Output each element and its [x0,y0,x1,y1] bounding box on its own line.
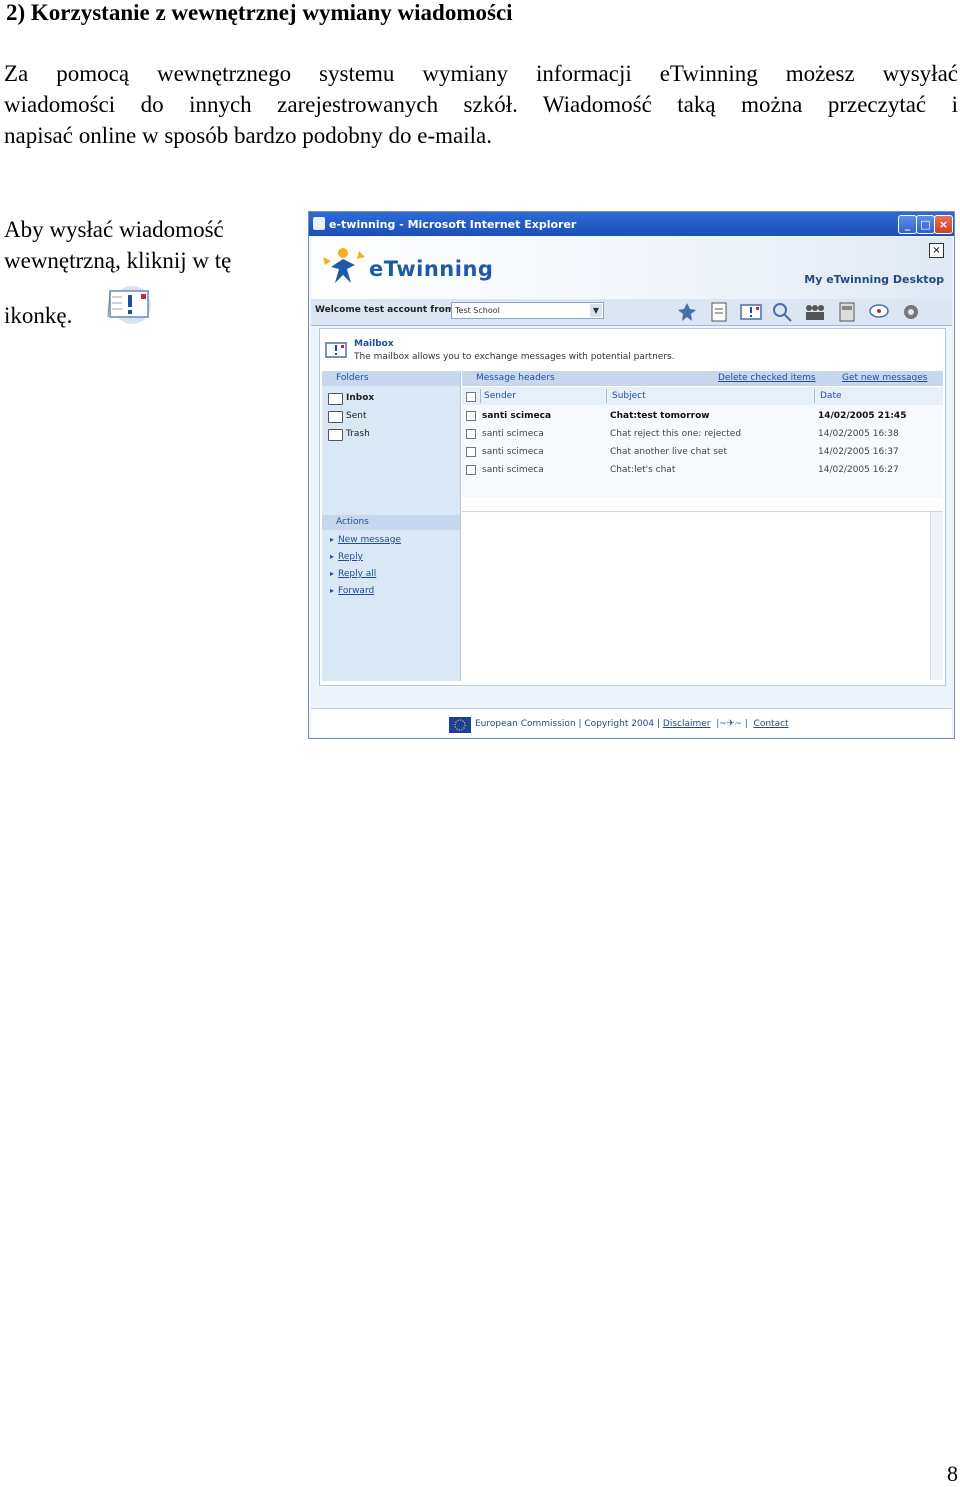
close-icon[interactable]: × [934,215,953,234]
message-columns: Sender Subject Date [462,387,943,405]
intro-paragraph: Za pomocą wewnętrznego systemu wymiany i… [4,58,958,151]
message-subject: Chat reject this one: rejected [610,429,742,439]
instruction-text: Aby wysłać wiadomość wewnętrzną, kliknij… [4,214,232,328]
message-date: 14/02/2005 16:38 [818,429,899,439]
welcome-bar: Welcome test account from Test School ▼ [311,299,952,326]
page-footer: European Commission | Copyright 2004 | D… [311,708,952,737]
message-list-area: Message headers Delete checked items Get… [462,371,943,681]
folder-icon [328,429,343,441]
message-sender: santi scimeca [482,429,544,439]
star-person-icon[interactable] [675,301,699,323]
mailbox-icon [325,342,347,358]
folder-icon [328,393,343,405]
row-checkbox[interactable] [466,465,476,475]
window-title: e-twinning - Microsoft Internet Explorer [329,218,577,231]
actions-header: Actions [322,515,460,530]
disclaimer-link[interactable]: Disclaimer [663,719,711,729]
folder-inbox[interactable]: Inbox [328,391,374,405]
reply-link[interactable]: Reply [330,552,363,562]
etwinning-small-logo-icon: |~✈~ | [713,719,751,729]
mailbox-panel: Mailbox The mailbox allows you to exchan… [319,328,946,686]
partner-search-icon[interactable] [771,301,795,323]
minimize-icon[interactable]: _ [898,215,917,234]
message-sender: santi scimeca [482,411,552,421]
section-heading: 2) Korzystanie z wewnętrznej wymiany wia… [6,0,513,25]
select-all-checkbox[interactable] [466,392,476,402]
instruction-line: Aby wysłać wiadomość [4,217,224,242]
mailbox-icon[interactable] [739,301,763,323]
gear-icon[interactable] [899,301,923,323]
mailbox-description: The mailbox allows you to exchange messa… [354,352,675,362]
mailbox-header: Mailbox The mailbox allows you to exchan… [324,337,924,367]
etwinning-banner: eTwinning × My eTwinning Desktop [311,237,952,299]
table-row[interactable]: santi scimeca Chat another live chat set… [462,443,943,461]
table-row[interactable]: santi scimeca Chat reject this one: reje… [462,425,943,443]
close-icon[interactable]: × [929,243,944,258]
forward-link[interactable]: Forward [330,586,374,596]
table-row[interactable]: santi scimeca Chat:let's chat 14/02/2005… [462,461,943,479]
folder-label: Sent [346,411,367,421]
welcome-label: Welcome test account from [315,305,455,315]
row-checkbox[interactable] [466,429,476,439]
maximize-icon[interactable]: □ [916,215,935,234]
etwinning-screenshot: e-twinning - Microsoft Internet Explorer… [308,211,955,739]
row-checkbox[interactable] [466,411,476,421]
mailbox-title: Mailbox [354,339,394,349]
window-titlebar: e-twinning - Microsoft Internet Explorer… [309,212,954,236]
instruction-line: ikonkę. [4,303,73,328]
reply-all-link[interactable]: Reply all [330,569,376,579]
logo-text: eTwinning [369,257,494,281]
eu-flag-icon [449,717,471,733]
column-date[interactable]: Date [820,387,842,405]
message-date: 14/02/2005 21:45 [818,411,907,421]
etwinning-logo-icon [323,248,365,283]
folder-label: Inbox [346,393,375,403]
get-new-messages-link[interactable]: Get new messages [842,371,928,386]
folder-trash[interactable]: Trash [328,427,370,441]
document-icon[interactable] [707,301,731,323]
column-subject[interactable]: Subject [612,387,646,405]
message-sender: santi scimeca [482,447,544,457]
message-headers-bar: Message headers Delete checked items Get… [462,371,943,386]
folder-label: Trash [346,429,370,439]
chat-icon[interactable] [867,301,891,323]
message-headers-label: Message headers [476,373,555,383]
page-number: 8 [947,1461,958,1486]
message-date: 14/02/2005 16:37 [818,447,899,457]
message-preview-pane [462,511,943,680]
chevron-down-icon: ▼ [590,304,602,317]
message-date: 14/02/2005 16:27 [818,465,899,475]
folder-icon [328,411,343,423]
ie-icon [313,217,325,230]
group-icon[interactable] [803,301,827,323]
folder-sent[interactable]: Sent [328,409,366,423]
footer-commission: European Commission | Copyright 2004 | [475,719,661,729]
message-subject: Chat:let's chat [610,465,676,475]
instruction-line: wewnętrzną, kliknij w tę [4,248,232,273]
column-sender[interactable]: Sender [484,387,516,405]
contact-link[interactable]: Contact [754,719,789,729]
delete-checked-link[interactable]: Delete checked items [718,371,816,386]
school-select-value: Test School [455,306,500,315]
message-subject: Chat another live chat set [610,447,727,457]
message-subject: Chat:test tomorrow [610,411,710,421]
row-checkbox[interactable] [466,447,476,457]
desktop-title: My eTwinning Desktop [804,273,944,286]
school-select[interactable]: Test School ▼ [451,302,604,319]
paragraph-line: Za pomocą wewnętrznego systemu wymiany i… [4,61,958,86]
calendar-icon[interactable] [835,301,859,323]
preview-scrollbar[interactable] [930,512,943,680]
paragraph-line: wiadomości do innych zarejestrowanych sz… [4,92,958,117]
paragraph-line: napisać online w sposób bardzo podobny d… [4,123,492,148]
message-sender: santi scimeca [482,465,544,475]
folders-sidebar: Folders Inbox Sent Trash Actions New mes… [322,371,461,681]
folders-header: Folders [322,371,460,386]
table-row[interactable]: santi scimeca Chat:test tomorrow 14/02/2… [462,407,943,425]
message-rows: santi scimeca Chat:test tomorrow 14/02/2… [462,405,943,497]
footer-text: European Commission | Copyright 2004 | D… [475,719,789,729]
new-message-link[interactable]: New message [330,535,401,545]
mailbox-icon [107,286,151,324]
